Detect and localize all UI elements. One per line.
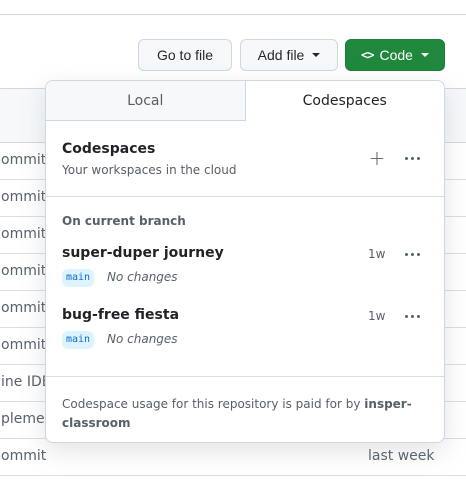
commit-message[interactable]: ommit — [1, 337, 46, 353]
commit-message[interactable]: ommit — [1, 300, 46, 316]
go-to-file-button[interactable]: Go to file — [138, 39, 232, 71]
tab-local-label: Local — [127, 92, 164, 109]
kebab-menu-icon[interactable] — [398, 240, 426, 268]
go-to-file-label: Go to file — [156, 47, 214, 63]
tab-local[interactable]: Local — [46, 81, 246, 121]
commit-message[interactable]: ommit — [1, 448, 46, 464]
codespace-age: 1w — [368, 247, 386, 261]
billing-footer: Codespace usage for this repository is p… — [46, 376, 444, 442]
codespace-status: No changes — [107, 270, 178, 284]
codespace-item[interactable]: super-duper journey 1w main No changes — [46, 245, 444, 305]
top-divider — [0, 14, 466, 15]
commit-time: last week — [368, 448, 435, 464]
commit-message[interactable]: ine IDE — [1, 374, 51, 390]
branch-tag: main — [62, 331, 95, 349]
table-row[interactable]: ommit last week — [0, 439, 466, 476]
tab-bar: Local Codespaces — [46, 81, 444, 121]
codespace-status: No changes — [107, 332, 178, 346]
add-file-button[interactable]: Add file — [240, 39, 338, 71]
tab-codespaces[interactable]: Codespaces — [245, 81, 444, 121]
billing-text: Codespace usage for this repository is p… — [62, 397, 361, 411]
commit-message[interactable]: ommit — [1, 189, 46, 205]
commit-message[interactable]: ommit — [1, 152, 46, 168]
codespace-item[interactable]: bug-free fiesta 1w main No changes — [46, 307, 444, 367]
tab-codespaces-label: Codespaces — [302, 93, 387, 109]
section-label: On current branch — [62, 214, 186, 228]
commit-message[interactable]: ommit — [1, 226, 46, 242]
codespaces-title: Codespaces — [62, 141, 156, 157]
codespaces-header: Codespaces Your workspaces in the cloud … — [46, 121, 444, 197]
branch-tag: main — [62, 269, 95, 287]
codespaces-subtitle: Your workspaces in the cloud — [62, 163, 237, 177]
kebab-menu-icon[interactable] — [398, 302, 426, 330]
plus-icon[interactable]: + — [363, 144, 391, 172]
codespace-name[interactable]: super-duper journey — [62, 245, 224, 261]
chevron-down-icon — [312, 53, 321, 57]
billing-note: Codespace usage for this repository is p… — [62, 395, 422, 433]
chevron-down-icon — [420, 53, 429, 57]
code-dropdown-panel: Local Codespaces Codespaces Your workspa… — [45, 80, 445, 443]
add-file-label: Add file — [257, 47, 305, 63]
commit-message[interactable]: ommit — [1, 263, 46, 279]
kebab-menu-icon[interactable] — [398, 144, 426, 172]
codespace-name[interactable]: bug-free fiesta — [62, 307, 179, 323]
code-label: Code — [379, 47, 413, 63]
code-icon: <> — [361, 48, 374, 62]
codespace-age: 1w — [368, 309, 386, 323]
code-button[interactable]: <> Code — [345, 39, 445, 71]
